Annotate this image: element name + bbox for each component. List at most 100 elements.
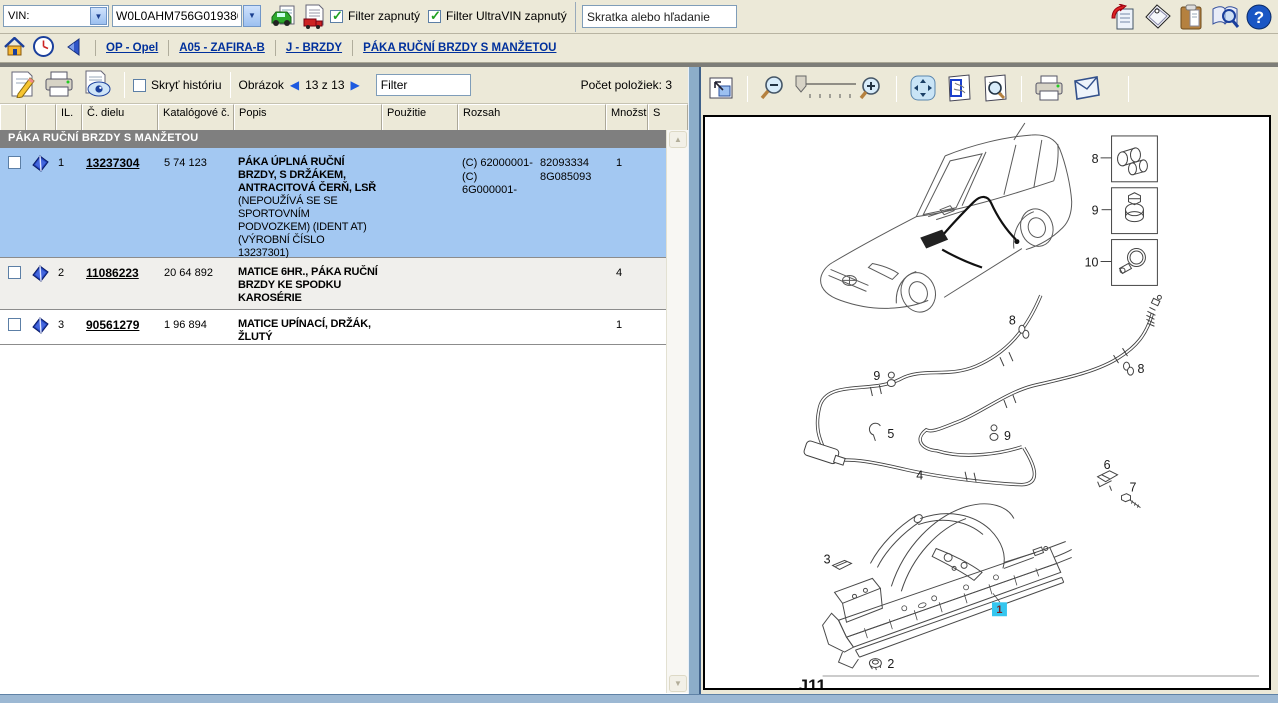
part-number-link[interactable]: 90561279 [86, 318, 139, 332]
row-il: 1 [58, 157, 64, 169]
catalog-book-icon[interactable] [32, 317, 49, 337]
toolbar-separator [1021, 76, 1022, 102]
hide-history-checkbox[interactable]: Skryť históriu [133, 78, 222, 92]
catalog-book-icon[interactable] [32, 155, 49, 175]
header-part-number[interactable]: Č. dielu [82, 104, 158, 130]
zoom-in-icon[interactable] [858, 75, 884, 104]
table-row[interactable]: 3 90561279 1 96 894 MATICE UPÍNACÍ, DRŽÁ… [0, 310, 666, 345]
callout-1[interactable]: 1 [996, 604, 1002, 616]
breadcrumb-item-brand[interactable]: OP - Opel [106, 42, 158, 54]
panel-splitter[interactable] [688, 67, 701, 703]
row-il: 3 [58, 319, 64, 331]
table-row[interactable]: 2 11086223 20 64 892 MATICE 6HR., PÁKA R… [0, 258, 666, 310]
breadcrumb-separator [352, 40, 353, 56]
row-checkbox[interactable] [8, 318, 21, 331]
help-icon[interactable]: ? [1246, 4, 1272, 33]
zoom-in-graphic [858, 75, 884, 101]
breadcrumb-item-group[interactable]: J - BRZDY [286, 42, 342, 54]
callout-4[interactable]: 4 [916, 469, 923, 483]
callout-2[interactable]: 2 [887, 657, 894, 671]
clipboard-icon[interactable] [1178, 4, 1204, 33]
print-icon-graphic [44, 70, 74, 98]
vin-input[interactable] [112, 5, 242, 27]
chevron-down-icon[interactable]: ▼ [90, 7, 107, 25]
breadcrumb-item-model[interactable]: A05 - ZAFIRA-B [179, 42, 265, 54]
table-filter-input[interactable] [376, 74, 471, 96]
ultravin-filter-checkbox[interactable]: Filter UltraVIN zapnutý [428, 9, 567, 23]
zoom-selection-icon[interactable] [945, 74, 973, 105]
table-row[interactable]: 1 13237304 5 74 123 PÁKA ÚPLNÁ RUČNÍ BRZ… [0, 148, 666, 258]
part-number-link[interactable]: 11086223 [86, 266, 139, 280]
callout-9a[interactable]: 9 [873, 369, 880, 383]
back-icon[interactable] [66, 38, 81, 59]
toolbar-separator [575, 2, 576, 32]
history-clock-icon[interactable] [33, 36, 54, 60]
transport-icon-graphic [302, 4, 326, 30]
callout-8b[interactable]: 8 [1137, 362, 1144, 376]
table-scrollbar[interactable]: ▲ ▼ [666, 130, 688, 693]
catalog-book-icon[interactable] [32, 265, 49, 285]
callout-8a[interactable]: 8 [1009, 313, 1016, 327]
toolbar-separator [124, 72, 125, 98]
help-icon-graphic: ? [1246, 4, 1272, 30]
row-checkbox[interactable] [8, 266, 21, 279]
header-il[interactable]: IL. [56, 104, 82, 130]
callout-8-box[interactable]: 8 [1092, 152, 1099, 166]
pan-icon[interactable] [909, 74, 937, 105]
print-icon[interactable] [44, 70, 74, 101]
next-image-button[interactable]: ▶ [351, 78, 360, 92]
book-search-icon[interactable] [1210, 4, 1240, 33]
zoom-window-icon[interactable] [981, 74, 1009, 105]
zoom-slider[interactable] [794, 74, 860, 105]
parts-diagram[interactable]: 1 8 9 10 8 8 9 9 5 4 6 7 3 2 J11 [703, 115, 1271, 690]
callout-5[interactable]: 5 [887, 427, 894, 441]
checkbox-checked-icon[interactable] [428, 10, 441, 23]
checkbox-checked-icon[interactable] [330, 10, 343, 23]
description-bold: MATICE 6HR., PÁKA RUČNÍ BRZDY KE SPODKU … [238, 266, 378, 304]
callout-6[interactable]: 6 [1104, 458, 1111, 472]
email-icon[interactable] [1072, 75, 1102, 104]
scroll-up-button[interactable]: ▲ [669, 131, 687, 148]
callout-7[interactable]: 7 [1129, 481, 1136, 495]
row-checkbox[interactable] [8, 156, 21, 169]
header-range[interactable]: Rozsah [458, 104, 606, 130]
part-number-link[interactable]: 13237304 [86, 156, 139, 170]
header-usage[interactable]: Použitie [382, 104, 458, 130]
checkbox-unchecked-icon[interactable] [133, 79, 146, 92]
scroll-down-button[interactable]: ▼ [669, 675, 687, 692]
quantity: 4 [616, 267, 622, 279]
zoom-out-icon[interactable] [760, 75, 786, 104]
header-s[interactable]: S [648, 104, 688, 130]
header-checkbox-col [0, 104, 26, 130]
fit-to-window-icon[interactable] [707, 74, 735, 105]
toolbar-separator [896, 76, 897, 102]
print-preview-icon[interactable] [82, 70, 112, 101]
callout-9b[interactable]: 9 [1004, 429, 1011, 443]
header-quantity[interactable]: Množst [606, 104, 648, 130]
car-cable-highlight [920, 197, 1019, 268]
vin-type-select[interactable]: VIN: ▼ [3, 5, 109, 27]
vehicle-document-icon[interactable] [270, 5, 296, 32]
edit-notes-icon[interactable] [8, 70, 36, 101]
home-icon[interactable] [4, 37, 25, 60]
breadcrumb-separator [168, 40, 169, 56]
callout-3[interactable]: 3 [824, 552, 831, 566]
vin-history-dropdown[interactable]: ▼ [243, 5, 261, 27]
header-catalog-number[interactable]: Katalógové č. [158, 104, 234, 130]
print-diagram-icon[interactable] [1034, 74, 1064, 105]
toolbar-separator [1128, 76, 1129, 102]
breadcrumb-item-subgroup[interactable]: PÁKA RUČNÍ BRZDY S MANŽETOU [363, 42, 556, 54]
header-description[interactable]: Popis [234, 104, 382, 130]
previous-image-button[interactable]: ◀ [290, 78, 299, 92]
search-input[interactable] [582, 5, 737, 28]
notes-icon[interactable] [1110, 4, 1136, 33]
car-illustration [821, 123, 1072, 317]
filter-on-checkbox[interactable]: Filter zapnutý [330, 9, 420, 23]
tag-icon[interactable] [1144, 4, 1172, 33]
callout-10-box[interactable]: 10 [1085, 255, 1099, 269]
transport-document-icon[interactable] [302, 4, 326, 33]
callout-9-box[interactable]: 9 [1092, 204, 1099, 218]
description-bold: MATICE UPÍNACÍ, DRŽÁK, ŽLUTÝ [238, 318, 371, 343]
diagram-svg: 1 8 9 10 8 8 9 9 5 4 6 7 3 2 J11 [705, 117, 1269, 688]
book-search-icon-graphic [1210, 4, 1240, 30]
